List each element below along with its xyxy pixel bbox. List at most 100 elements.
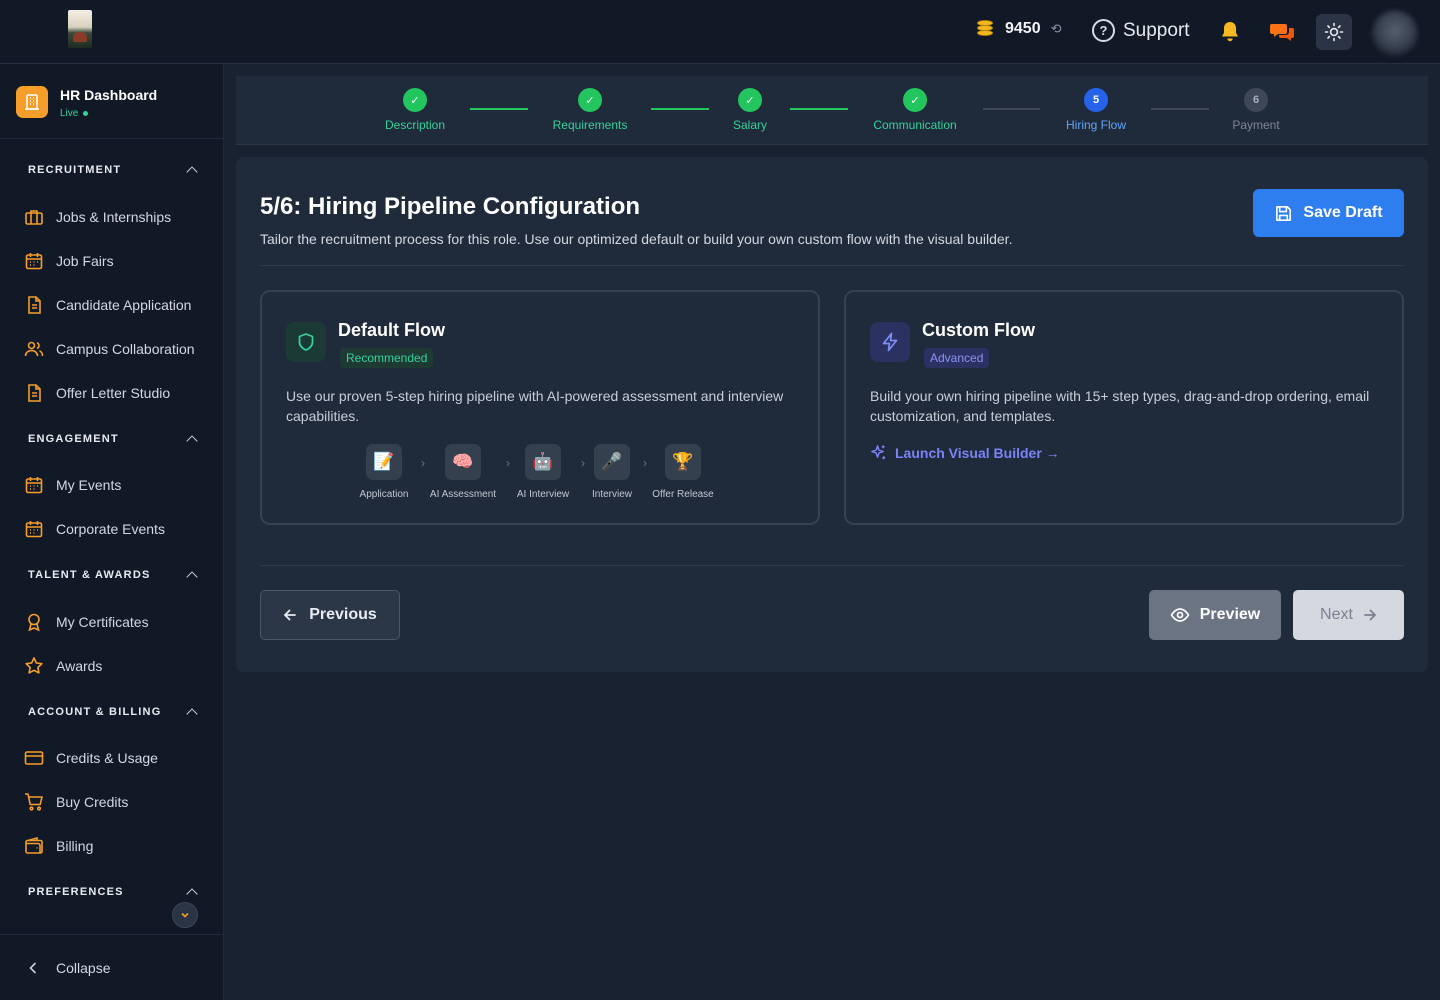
sidebar-item-billing[interactable]: Billing [24,836,93,856]
preview-button[interactable]: Preview [1149,590,1281,640]
sidebar-item-credits-usage[interactable]: Credits & Usage [24,748,158,768]
sidebar-item-offer-letter-studio[interactable]: Offer Letter Studio [24,383,170,403]
step-description[interactable]: ✓ Description [345,88,485,132]
step-hiring-flow[interactable]: 5 Hiring Flow [1026,88,1166,132]
section-title: PREFERENCES [28,886,124,898]
step-label: Description [384,118,446,132]
step-number: 5 [1084,88,1108,112]
refresh-icon[interactable]: ⟲ [1051,21,1062,37]
step-communication[interactable]: ✓ Communication [845,88,985,132]
next-label: Next [1320,606,1353,623]
sidebar-item-label: Corporate Events [56,521,165,537]
step-requirements[interactable]: ✓ Requirements [520,88,660,132]
sidebar-item-label: Credits & Usage [56,750,158,766]
credits-value: 9450 [1005,20,1041,37]
live-status: Live [60,108,157,119]
custom-flow-description: Build your own hiring pipeline with 15+ … [870,388,1370,424]
default-flow-description: Use our proven 5-step hiring pipeline wi… [286,388,784,424]
section-title: ENGAGEMENT [28,433,119,445]
sidebar: HR Dashboard Live RECRUITMENT Jobs & Int… [0,64,224,1000]
trophy-icon: 🏆 [665,444,701,480]
pipeline-step-label: AI Interview [516,489,570,500]
chevron-down-icon [181,912,189,918]
sidebar-item-candidate-application[interactable]: Candidate Application [24,295,191,315]
check-icon: ✓ [578,88,602,112]
live-dot-icon [83,111,89,116]
chevron-up-icon [186,435,198,447]
custom-flow-title: Custom Flow [922,320,1035,340]
recommended-badge: Recommended [340,348,434,368]
brand[interactable]: HR Dashboard Live [16,86,157,119]
sparkles-icon [871,445,886,460]
collapse-label: Collapse [56,960,111,976]
scroll-down-button[interactable] [172,902,198,928]
page-subtitle: Tailor the recruitment process for this … [260,231,1013,247]
sidebar-item-awards[interactable]: Awards [24,656,102,676]
app-logo[interactable] [68,10,92,48]
chat-icon[interactable] [1270,22,1294,42]
lightning-icon [870,322,910,362]
document-icon [28,384,41,402]
microphone-icon: 🎤 [594,444,630,480]
credit-card-icon [24,751,44,765]
calendar-icon [25,521,43,538]
section-engagement[interactable]: ENGAGEMENT [28,433,198,447]
next-button[interactable]: Next [1293,590,1404,640]
arrow-right-icon [1364,609,1377,621]
save-draft-button[interactable]: Save Draft [1253,189,1404,237]
section-account-billing[interactable]: ACCOUNT & BILLING [28,706,198,720]
theme-toggle-button[interactable] [1316,14,1352,50]
step-progress: ✓ Description ✓ Requirements ✓ Salary ✓ … [236,76,1428,145]
document-icon [28,296,41,314]
launch-visual-builder-label: Launch Visual Builder → [895,444,1060,461]
memo-icon: 📝 [366,444,402,480]
calendar-icon [25,477,43,494]
credits-counter[interactable]: 9450 ⟲ [975,20,1062,38]
sidebar-item-label: My Events [56,477,122,493]
support-button[interactable]: ? Support [1092,19,1190,42]
chevron-up-icon [186,888,198,900]
pipeline-step-label: Application [359,489,409,500]
section-recruitment[interactable]: RECRUITMENT [28,164,198,178]
brain-icon: 🧠 [445,444,481,480]
default-flow-title: Default Flow [338,320,445,340]
sidebar-item-my-events[interactable]: My Events [24,475,121,495]
sidebar-item-label: Billing [56,838,94,854]
arrow-left-icon [283,609,297,621]
sidebar-item-buy-credits[interactable]: Buy Credits [24,792,128,812]
divider [260,265,1404,266]
sidebar-item-corporate-events[interactable]: Corporate Events [24,519,165,539]
check-icon: ✓ [738,88,762,112]
eye-icon [1170,608,1190,622]
section-talent-awards[interactable]: TALENT & AWARDS [28,569,198,583]
sidebar-item-label: Job Fairs [56,253,114,269]
step-payment[interactable]: 6 Payment [1186,88,1326,132]
sidebar-item-label: Buy Credits [56,794,129,810]
pipeline-step: 🧠 AI Assessment [423,444,503,500]
save-icon [1276,205,1292,221]
user-avatar[interactable] [1372,10,1418,56]
preview-label: Preview [1199,606,1261,623]
step-label: Salary [732,118,767,132]
calendar-icon [25,253,43,270]
step-salary[interactable]: ✓ Salary [680,88,820,132]
coins-icon [975,20,995,38]
bell-icon[interactable] [1220,21,1240,43]
sidebar-item-my-certificates[interactable]: My Certificates [24,612,149,632]
launch-visual-builder-link[interactable]: Launch Visual Builder → [870,444,1060,461]
custom-flow-option[interactable]: Custom Flow Advanced Build your own hiri… [844,290,1404,525]
previous-button[interactable]: Previous [260,590,400,640]
collapse-button[interactable]: Collapse [28,960,110,976]
chevron-up-icon [186,571,198,583]
pipeline-step: 📝 Application [344,444,424,500]
sidebar-item-campus-collaboration[interactable]: Campus Collaboration [24,339,195,359]
section-preferences[interactable]: PREFERENCES [28,886,198,900]
step-label: Payment [1232,118,1280,132]
sidebar-item-jobs[interactable]: Jobs & Internships [24,207,171,227]
sidebar-item-job-fairs[interactable]: Job Fairs [24,251,114,271]
sun-icon [1324,22,1344,42]
default-flow-option[interactable]: Default Flow Recommended Use our proven … [260,290,820,525]
step-number: 6 [1244,88,1268,112]
pipeline-step-label: Interview [591,489,632,500]
users-icon [24,341,44,357]
